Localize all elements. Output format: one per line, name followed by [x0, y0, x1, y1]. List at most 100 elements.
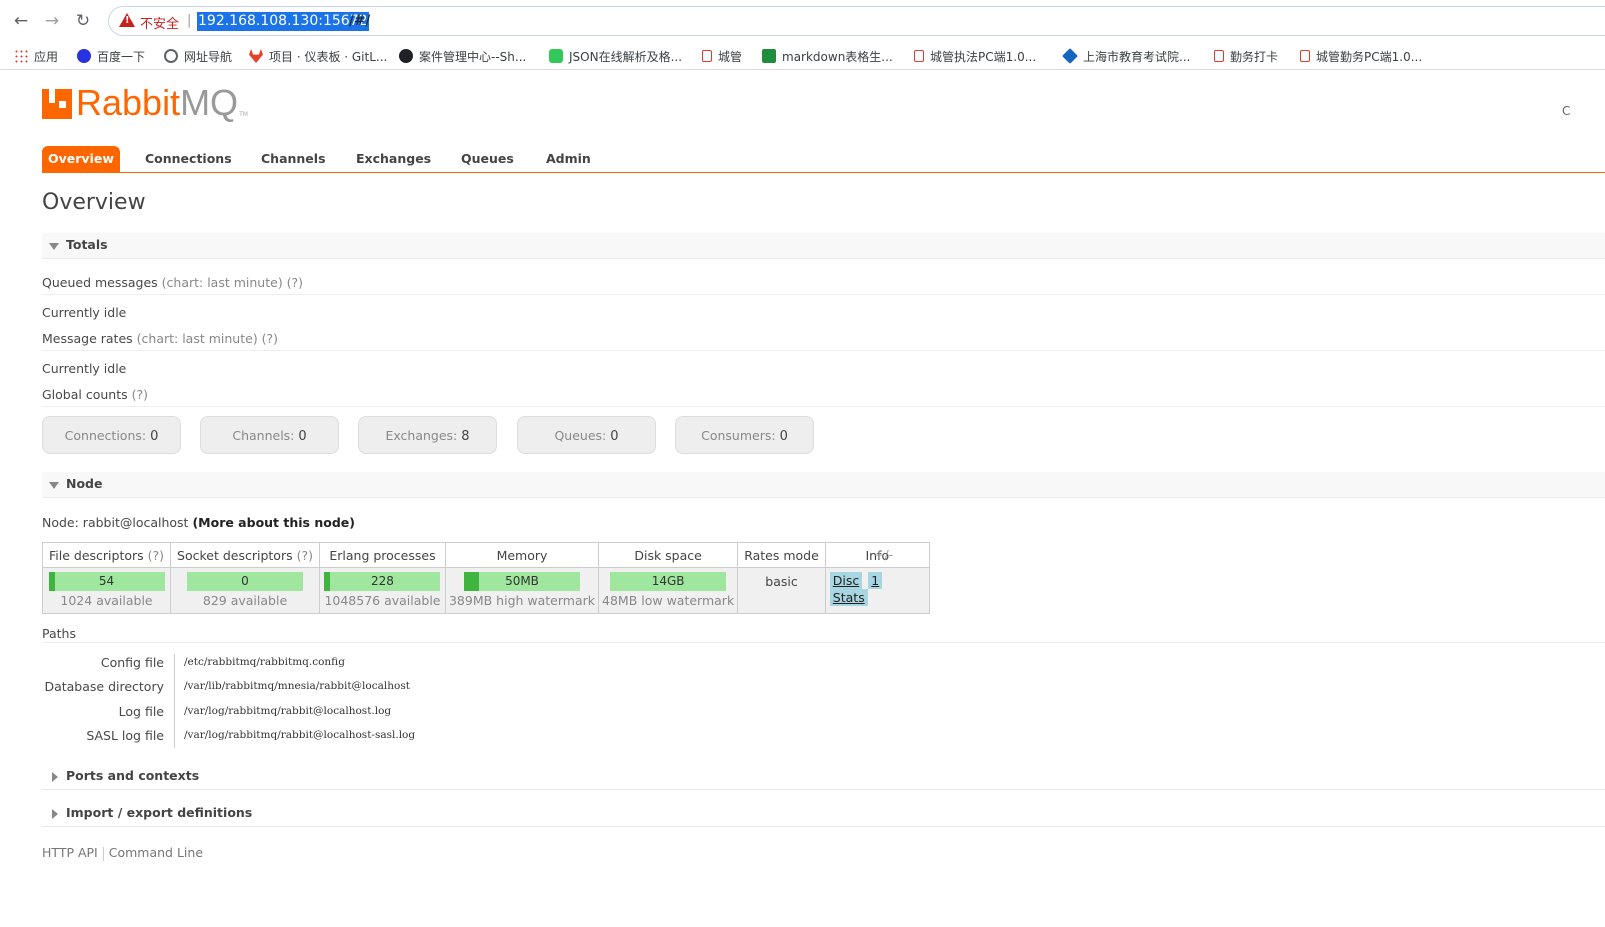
queued-messages-header: Queued messages (chart: last minute) (?) — [42, 275, 1605, 295]
url-path[interactable]: /#/ — [349, 12, 370, 31]
cell-memory: 50MB 389MB high watermark — [444, 567, 600, 614]
tab-connections[interactable]: Connections — [145, 146, 232, 172]
bookmark-chengguan[interactable]: 城管 — [702, 46, 742, 66]
count-exchanges[interactable]: Exchanges: 8 — [358, 416, 497, 454]
tab-exchanges[interactable]: Exchanges — [356, 146, 431, 172]
expand-triangle-icon — [52, 809, 58, 819]
diamond-icon — [1062, 48, 1078, 64]
count-value: 0 — [779, 429, 788, 444]
page-icon — [1300, 50, 1310, 62]
bookmark-json[interactable]: JSON在线解析及格... — [549, 46, 682, 66]
queued-messages-chart-options[interactable]: (chart: last minute) (?) — [162, 275, 303, 290]
collapse-triangle-icon — [49, 243, 59, 250]
count-value: 0 — [150, 429, 159, 444]
page-icon — [702, 50, 712, 62]
bar-value: 228 — [371, 574, 394, 588]
message-rates-chart-options[interactable]: (chart: last minute) (?) — [137, 331, 278, 346]
th-disk-space: Disk space — [598, 542, 739, 568]
bookmark-duty-pc[interactable]: 城管勤务PC端1.0... — [1300, 46, 1422, 66]
count-label: Queues: — [554, 428, 607, 443]
bar-available: 1048576 available — [324, 593, 441, 608]
info-badge-stats[interactable]: Stats — [829, 589, 868, 606]
erlang-processes-bar: 228 — [324, 572, 441, 591]
global-counts-label: Global counts — [42, 387, 128, 402]
path-row-config: Config file /etc/rabbitmq/rabbitmq.confi… — [42, 655, 642, 679]
bookmark-label: 应用 — [34, 49, 59, 64]
th-memory: Memory — [444, 542, 600, 568]
warning-triangle-icon — [119, 13, 135, 27]
bookmark-nav[interactable]: 网址导航 — [164, 46, 232, 66]
bar-value: 14GB — [651, 574, 685, 588]
bookmark-gitlab[interactable]: 项目 · 仪表板 · GitL... — [249, 46, 387, 66]
path-label: Log file — [118, 704, 164, 719]
reload-icon[interactable]: ↻ — [72, 10, 94, 32]
security-label: 不安全 — [140, 17, 180, 32]
url-omnibox[interactable]: 不安全 | 192.168.108.130:15672 /#/ — [108, 6, 1605, 36]
import-export-section-label: Import / export definitions — [66, 805, 253, 820]
url-host-selected[interactable]: 192.168.108.130:15672 — [197, 12, 369, 31]
bookmark-apps[interactable]: 应用 — [14, 46, 58, 66]
bar-available: 48MB low watermark — [602, 593, 735, 608]
footer-separator — [102, 846, 104, 861]
http-api-link[interactable]: HTTP API — [42, 845, 98, 860]
count-label: Consumers: — [701, 428, 776, 443]
totals-section-toggle[interactable]: Totals — [42, 233, 1605, 259]
bookmark-label: markdown表格生... — [782, 49, 893, 64]
help-link[interactable]: (?) — [148, 548, 164, 563]
tab-queues[interactable]: Queues — [461, 146, 514, 172]
message-rates-header: Message rates (chart: last minute) (?) — [42, 331, 1605, 351]
bar-available: 389MB high watermark — [448, 593, 596, 608]
bookmark-label: JSON在线解析及格... — [569, 49, 683, 64]
cell-socket-descriptors: 0 829 available — [170, 567, 320, 614]
bookmark-case-center[interactable]: 案件管理中心--Sh... — [399, 46, 526, 66]
bookmark-duty-checkin[interactable]: 勤务打卡 — [1214, 46, 1278, 66]
url-separator: | — [187, 13, 192, 28]
bar-value: 54 — [98, 574, 115, 588]
import-export-section-toggle[interactable]: Import / export definitions — [42, 801, 1605, 827]
message-rates-status: Currently idle — [42, 361, 127, 376]
path-value: /etc/rabbitmq/rabbitmq.config — [184, 656, 345, 668]
back-arrow-icon[interactable]: ← — [10, 10, 32, 32]
global-counts-header: Global counts (?) — [42, 387, 1605, 407]
command-line-link[interactable]: Command Line — [109, 845, 203, 860]
count-value: 8 — [461, 429, 470, 444]
node-section-toggle[interactable]: Node — [42, 472, 1605, 498]
baidu-icon — [77, 49, 91, 63]
github-icon — [399, 49, 413, 63]
bookmark-shanghai-exam[interactable]: 上海市教育考试院... — [1062, 46, 1191, 66]
tab-overview[interactable]: Overview — [42, 146, 120, 172]
rabbitmq-logo[interactable]: Rabbit MQ TM — [42, 84, 248, 122]
bookmark-label: 上海市教育考试院... — [1083, 49, 1191, 64]
count-connections[interactable]: Connections: 0 — [42, 416, 181, 454]
tab-admin[interactable]: Admin — [546, 146, 591, 172]
bar-fill — [464, 572, 480, 591]
th-file-descriptors: File descriptors (?) — [41, 542, 172, 568]
node-name: Node: rabbit@localhost — [42, 515, 189, 530]
node-table-row: 54 1024 available 0 829 available 228 10… — [41, 567, 930, 614]
help-link[interactable]: (?) — [297, 548, 313, 563]
forward-arrow-icon[interactable]: → — [41, 10, 63, 32]
bookmark-label: 勤务打卡 — [1230, 49, 1279, 64]
bookmark-enforcement-pc[interactable]: 城管执法PC端1.0... — [914, 46, 1036, 66]
count-value: 0 — [298, 429, 307, 444]
ports-section-toggle[interactable]: Ports and contexts — [42, 764, 1605, 790]
th-rates-mode: Rates mode — [737, 542, 826, 568]
path-row-log: Log file /var/log/rabbitmq/rabbit@localh… — [42, 704, 642, 728]
totals-section-label: Totals — [66, 237, 108, 252]
info-badge-count[interactable]: 1 — [868, 572, 883, 589]
bookmark-markdown[interactable]: markdown表格生... — [762, 46, 893, 66]
count-consumers[interactable]: Consumers: 0 — [675, 416, 814, 454]
global-counts-help[interactable]: (?) — [132, 387, 148, 402]
bookmark-label: 案件管理中心--Sh... — [419, 49, 527, 64]
count-channels[interactable]: Channels: 0 — [200, 416, 339, 454]
more-about-node-link[interactable]: (More about this node) — [192, 515, 355, 530]
expand-triangle-icon — [52, 772, 58, 782]
count-queues[interactable]: Queues: 0 — [517, 416, 656, 454]
info-badge-disc[interactable]: Disc — [829, 572, 863, 589]
toggle-columns-link[interactable]: +/- — [874, 547, 893, 562]
cell-file-descriptors: 54 1024 available — [41, 567, 172, 614]
footer-links: HTTP API Command Line — [42, 845, 203, 861]
bookmark-label: 城管勤务PC端1.0... — [1316, 49, 1423, 64]
bookmark-baidu[interactable]: 百度一下 — [77, 46, 145, 66]
tab-channels[interactable]: Channels — [261, 146, 326, 172]
